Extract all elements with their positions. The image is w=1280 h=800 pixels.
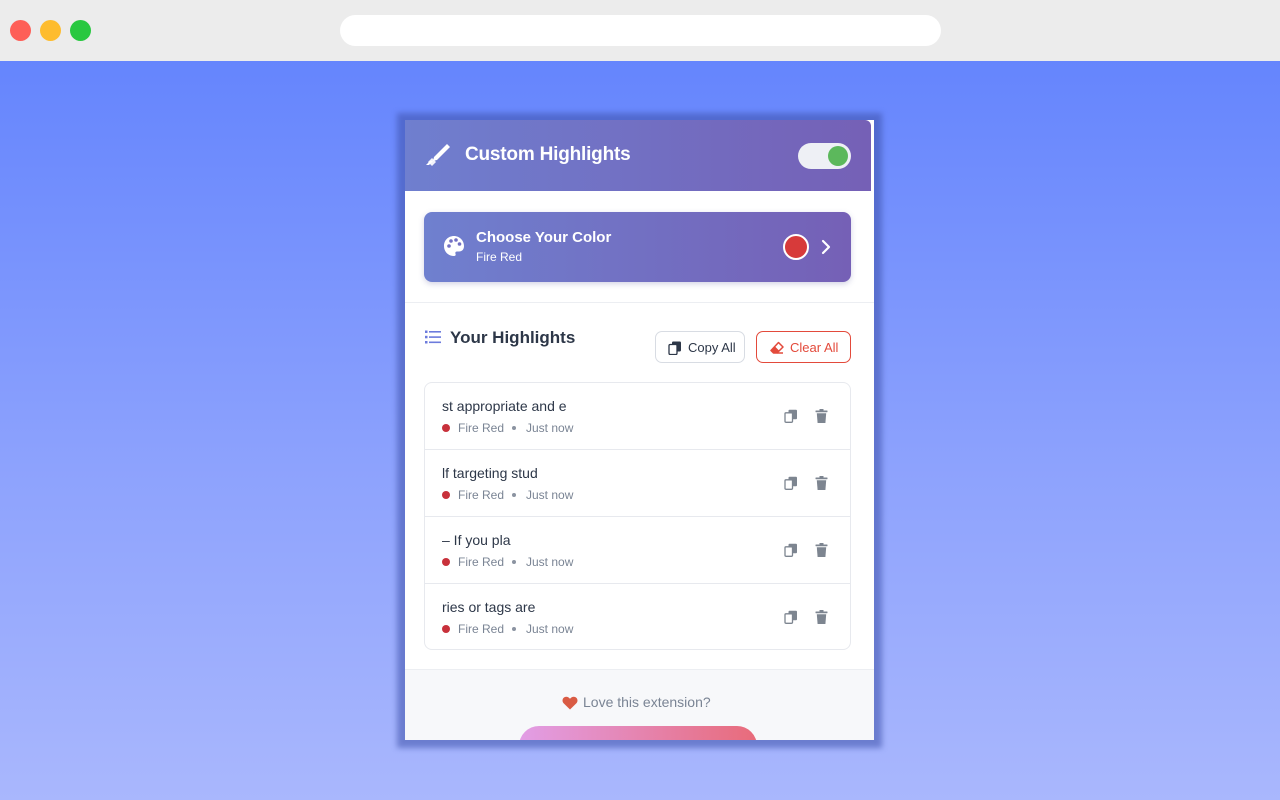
page-background: Custom Highlights Choose Your Color Fire… [0, 61, 1280, 800]
clear-all-label: Clear All [790, 340, 839, 355]
copy-all-button[interactable]: Copy All [655, 331, 745, 363]
address-bar[interactable] [340, 15, 941, 46]
window-minimize-button[interactable] [40, 20, 61, 41]
popup-header: Custom Highlights [405, 120, 871, 191]
choose-color-button[interactable]: Choose Your Color Fire Red [424, 212, 851, 282]
meta-separator [512, 627, 516, 631]
extension-enabled-toggle[interactable] [798, 143, 851, 169]
trash-icon[interactable] [815, 476, 828, 490]
trash-icon[interactable] [815, 610, 828, 624]
highlights-list: st appropriate and e Fire Red Just now l… [424, 382, 851, 650]
choose-color-title: Choose Your Color [476, 229, 612, 246]
highlight-color-name: Fire Red [458, 555, 505, 569]
toggle-knob [828, 146, 848, 166]
highlight-color-name: Fire Red [458, 622, 505, 636]
section-divider [405, 302, 874, 303]
popup-footer: Love this extension? [405, 669, 874, 740]
highlight-color-dot [442, 491, 450, 499]
meta-separator [512, 560, 516, 564]
palette-icon [444, 236, 464, 256]
highlights-section-title: Your Highlights [450, 328, 576, 347]
highlight-item[interactable]: lf targeting stud Fire Red Just now [425, 450, 850, 517]
copy-all-label: Copy All [688, 340, 736, 355]
highlight-color-name: Fire Red [458, 488, 505, 502]
highlight-time: Just now [526, 488, 574, 502]
highlight-item[interactable]: ries or tags are Fire Red Just now [425, 584, 850, 649]
highlight-color-dot [442, 558, 450, 566]
highlight-text: lf targeting stud [442, 465, 538, 481]
highlight-item[interactable]: – If you pla Fire Red Just now [425, 517, 850, 584]
trash-icon[interactable] [815, 409, 828, 423]
meta-separator [512, 493, 516, 497]
meta-separator [512, 426, 516, 430]
clear-all-button[interactable]: Clear All [756, 331, 851, 363]
heart-icon [562, 696, 578, 710]
highlight-text: ries or tags are [442, 599, 536, 615]
support-button[interactable] [519, 726, 757, 740]
selected-color-swatch [783, 234, 809, 260]
eraser-icon [770, 341, 784, 354]
trash-icon[interactable] [815, 543, 828, 557]
copy-icon [668, 341, 681, 355]
highlight-text: st appropriate and e [442, 398, 567, 414]
copy-highlight-icon[interactable] [784, 610, 798, 624]
copy-highlight-icon[interactable] [784, 409, 798, 423]
window-maximize-button[interactable] [70, 20, 91, 41]
copy-highlight-icon[interactable] [784, 476, 798, 490]
highlighter-icon [426, 144, 450, 166]
browser-chrome [0, 0, 1280, 61]
highlight-time: Just now [526, 421, 574, 435]
app-title: Custom Highlights [465, 144, 631, 165]
selected-color-name: Fire Red [476, 250, 523, 264]
chevron-right-icon [821, 239, 831, 255]
copy-highlight-icon[interactable] [784, 543, 798, 557]
list-icon [425, 330, 441, 344]
footer-love-text: Love this extension? [583, 694, 711, 710]
highlight-item[interactable]: st appropriate and e Fire Red Just now [425, 383, 850, 450]
highlight-time: Just now [526, 555, 574, 569]
extension-popup: Custom Highlights Choose Your Color Fire… [405, 120, 874, 740]
highlight-text: – If you pla [442, 532, 511, 548]
window-close-button[interactable] [10, 20, 31, 41]
highlight-color-name: Fire Red [458, 421, 505, 435]
highlight-time: Just now [526, 622, 574, 636]
highlight-color-dot [442, 424, 450, 432]
highlight-color-dot [442, 625, 450, 633]
